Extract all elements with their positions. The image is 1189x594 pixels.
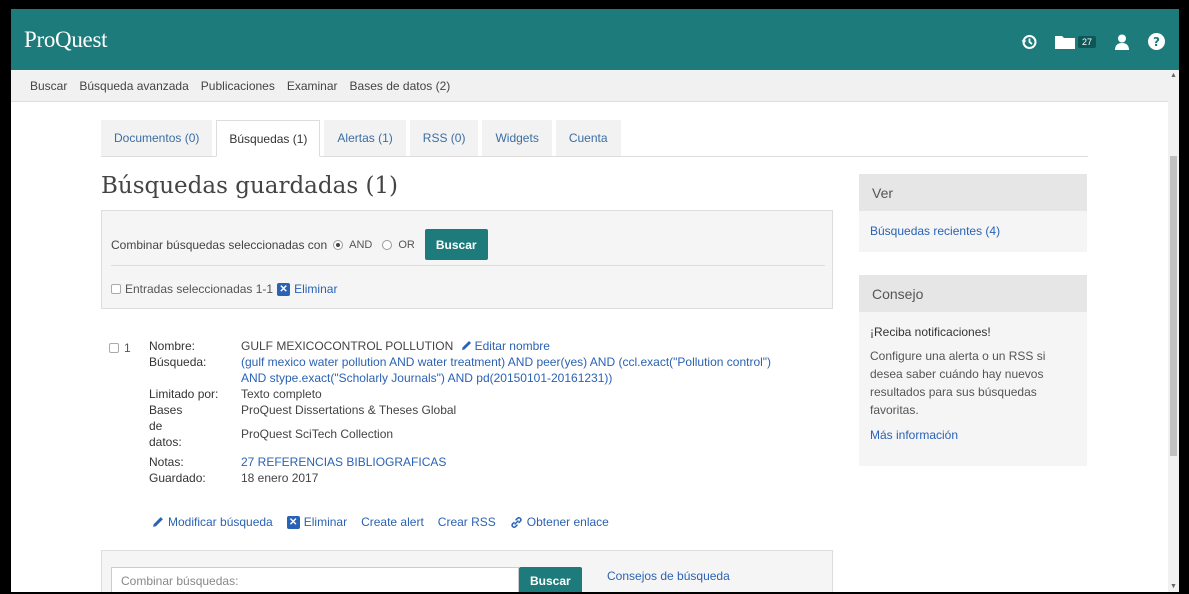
folder-button[interactable]: 27 [1054,34,1096,49]
nav-busqueda-avanzada[interactable]: Búsqueda avanzada [79,79,188,93]
result-details: Nombre: GULF MEXICOCONTROL POLLUTION Edi… [149,338,841,486]
top-header: ProQuest 27 ? [11,9,1179,70]
result-actions: Modificar búsqueda ✕ Eliminar Create aler… [152,515,609,529]
selected-entries-label: Entradas seleccionadas 1-1 [125,282,274,296]
delete-icon[interactable]: ✕ [277,282,291,296]
result-select: 1 [109,341,131,355]
account-tabs: Documentos (0) Búsquedas (1) Alertas (1)… [101,120,1088,157]
tab-cuenta[interactable]: Cuenta [555,120,621,156]
combine-search-submit[interactable]: Buscar [519,567,582,592]
user-icon[interactable] [1114,34,1130,50]
svg-text:?: ? [1153,35,1160,49]
name-value: GULF MEXICOCONTROL POLLUTION Editar nomb… [241,338,841,354]
page-title: Búsquedas guardadas (1) [101,173,399,199]
view-panel-body: Búsquedas recientes (4) [859,211,1087,252]
edit-name-label: Editar nombre [474,339,550,353]
scroll-down-icon[interactable]: ▼ [1170,583,1177,590]
or-radio-label: OR [398,238,415,251]
search-tips-link[interactable]: Consejos de búsqueda [607,569,730,583]
combine-row: Combinar búsquedas seleccionadas con AND… [111,229,488,260]
result-checkbox[interactable] [109,343,119,353]
select-all-checkbox[interactable] [111,284,121,294]
scroll-up-icon[interactable]: ▲ [1170,72,1177,79]
tab-documentos[interactable]: Documentos (0) [101,120,213,156]
delete-selected-link[interactable]: Eliminar [294,282,337,296]
search-query[interactable]: (gulf mexico water pollution AND water t… [241,354,841,386]
header-icons: 27 ? [1021,33,1165,50]
search-query-line2: AND stype.exact("Scholarly Journals") AN… [241,371,613,385]
tab-widgets[interactable]: Widgets [482,120,552,156]
proquest-logo[interactable]: ProQuest [24,27,108,53]
nav-bases-de-datos[interactable]: Bases de datos (2) [350,79,451,93]
nav-buscar[interactable]: Buscar [30,79,67,93]
tab-busquedas[interactable]: Búsquedas (1) [216,120,321,157]
browser-viewport: ProQuest 27 ? Buscar Búsqueda avanzada P… [11,9,1179,592]
recent-searches-link[interactable]: Búsquedas recientes (4) [870,224,1000,238]
page-scrollbar[interactable]: ▲ ▼ [1168,70,1179,592]
saved-label: Guardado: [149,471,206,485]
combine-searches-input[interactable]: Combinar búsquedas: [111,567,519,592]
databases-value: ProQuest Dissertations & Theses Global Pr… [241,402,841,450]
pencil-icon [461,341,471,350]
modify-search-link[interactable]: Modificar búsqueda [152,515,273,529]
notes-label: Notas: [149,455,184,469]
saved-value: 18 enero 2017 [241,471,319,485]
modify-search-label: Modificar búsqueda [168,515,273,529]
delete-search-link[interactable]: ✕ Eliminar [286,515,348,529]
search-label: Búsqueda: [149,355,207,369]
tab-rss[interactable]: RSS (0) [409,120,479,156]
view-panel-title: Ver [859,174,1087,211]
nav-examinar[interactable]: Examinar [287,79,338,93]
more-info-link[interactable]: Más información [870,426,1076,444]
tab-alertas[interactable]: Alertas (1) [324,120,406,156]
get-link-label: Obtener enlace [526,515,609,529]
delete-icon: ✕ [286,515,300,529]
selected-entries-row: Entradas seleccionadas 1-1 ✕ Eliminar [111,282,337,296]
combine-searches-box: Combinar búsquedas: Buscar Consejos de b… [101,550,833,592]
nav-publicaciones[interactable]: Publicaciones [201,79,275,93]
main-nav: Buscar Búsqueda avanzada Publicaciones E… [11,70,1179,102]
view-panel: Ver Búsquedas recientes (4) [859,174,1087,252]
tip-heading: ¡Reciba notificaciones! [870,325,991,339]
combine-searches-panel: Combinar búsquedas seleccionadas con AND… [101,210,833,309]
folder-count-badge: 27 [1077,35,1096,48]
and-radio[interactable] [333,239,344,250]
tip-panel-body: ¡Reciba notificaciones! Configure una al… [859,312,1087,456]
combine-search-button[interactable]: Buscar [424,229,488,260]
name-label: Nombre: [149,339,196,353]
create-rss-link[interactable]: Crear RSS [438,515,496,529]
result-index: 1 [124,341,131,355]
databases-label: Bases de datos: [149,403,183,449]
limited-value: Texto completo [241,387,322,401]
help-icon[interactable]: ? [1148,33,1165,50]
database-2: ProQuest SciTech Collection [241,427,394,441]
tip-panel: Consejo ¡Reciba notificaciones! Configur… [859,275,1087,466]
link-icon [511,516,522,528]
pencil-icon [153,517,163,527]
combine-label: Combinar búsquedas seleccionadas con [111,237,328,252]
get-link-link[interactable]: Obtener enlace [510,515,609,529]
database-1: ProQuest Dissertations & Theses Global [241,403,457,417]
scroll-thumb[interactable] [1170,156,1177,456]
search-query-line1: (gulf mexico water pollution AND water t… [241,355,772,369]
tip-text: Configure una alerta o un RSS si desea s… [870,349,1046,417]
tip-panel-title: Consejo [859,275,1087,312]
folder-icon [1054,36,1075,49]
history-icon[interactable] [1021,34,1037,50]
divider [111,265,825,266]
and-radio-label: AND [349,238,373,251]
delete-search-label: Eliminar [303,515,348,529]
search-name: GULF MEXICOCONTROL POLLUTION [241,339,454,353]
edit-name-link[interactable]: Editar nombre [461,339,550,353]
create-alert-link[interactable]: Create alert [361,515,424,529]
notes-value: 27 REFERENCIAS BIBLIOGRAFICAS [241,455,447,469]
limited-label: Limitado por: [149,387,219,401]
or-radio[interactable] [382,239,393,250]
